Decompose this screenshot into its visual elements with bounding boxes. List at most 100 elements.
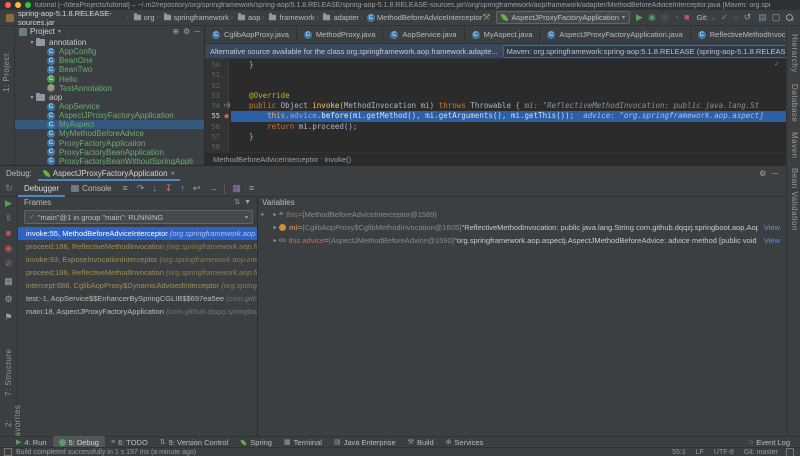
expand-icon[interactable]: ▸ xyxy=(271,211,279,218)
settings-icon[interactable]: ⚙ xyxy=(183,27,190,36)
more-options-icon[interactable]: ≡ xyxy=(249,184,254,193)
breadcrumb-jar[interactable]: spring-aop-5.1.8.RELEASE-sources.jar xyxy=(18,9,125,27)
breadcrumb-class[interactable]: MethodBeforeAdviceInterceptor xyxy=(213,155,318,164)
tool-tab-structure[interactable]: 7: Structure xyxy=(4,347,13,397)
breadcrumb-class[interactable]: MethodBeforeAdviceInterceptor xyxy=(377,13,482,22)
debug-settings-icon[interactable]: ⚙ xyxy=(0,295,17,304)
thread-dump-icon[interactable]: ▦ xyxy=(0,277,17,286)
background-tasks-icon[interactable] xyxy=(4,448,12,456)
breadcrumb-springframework[interactable]: springframework xyxy=(174,13,229,22)
git-update-icon[interactable]: ↓ xyxy=(711,13,716,22)
zoom-window-button[interactable] xyxy=(25,2,31,8)
git-branch[interactable]: Git: master xyxy=(744,449,778,456)
view-value-link[interactable]: View xyxy=(764,223,780,232)
layout-settings-icon[interactable]: ≡ xyxy=(123,184,128,193)
pause-program-icon[interactable]: ‖ xyxy=(0,214,17,223)
breakpoint-icon[interactable]: ● xyxy=(224,112,228,120)
history-icon[interactable]: ○ xyxy=(733,13,738,22)
source-jar-select[interactable]: Maven: org.springframework:spring-aop:5.… xyxy=(502,44,800,58)
frame-row-selected[interactable]: invoke:55, MethodBeforeAdviceInterceptor… xyxy=(18,227,257,240)
force-step-into-icon[interactable]: ↧ xyxy=(165,184,173,193)
status-message[interactable]: Build completed successfully in 1 s 197 … xyxy=(16,449,196,456)
tool-tab-maven[interactable]: Maven xyxy=(790,132,799,164)
caret-position[interactable]: 55:1 xyxy=(672,449,686,456)
project-structure-icon[interactable]: ▤ xyxy=(758,13,767,22)
settings-icon[interactable]: ⚙ xyxy=(759,169,766,178)
variable-row-mi[interactable]: ▸ mi = {CglibAopProxy$CglibMethodInvocat… xyxy=(267,221,786,234)
chevron-down-icon[interactable]: ▾ xyxy=(58,28,61,35)
hide-panel-icon[interactable]: ─ xyxy=(194,27,200,36)
breadcrumb-aop[interactable]: aop xyxy=(248,13,261,22)
tree-node-appconfig[interactable]: C AppConfig xyxy=(15,47,204,56)
tab-cglibaopproxy[interactable]: C CglibAopProxy.java xyxy=(205,26,297,43)
close-window-button[interactable] xyxy=(5,2,11,8)
frame-row[interactable]: invoke:93, ExposeInvocationInterceptor (… xyxy=(18,253,257,266)
tab-debugger[interactable]: Debugger xyxy=(18,181,65,197)
tool-tab-database[interactable]: Database xyxy=(790,84,799,128)
coverage-button[interactable]: ◎ xyxy=(661,13,669,22)
tree-node-beanone[interactable]: C BeanOne xyxy=(15,56,204,65)
evaluate-expression-icon[interactable]: ▦ xyxy=(232,184,241,193)
locate-file-icon[interactable]: ⊕ xyxy=(172,27,179,36)
view-breakpoints-icon[interactable]: ◉ xyxy=(0,244,17,253)
tool-tab-hierarchy[interactable]: Hierarchy xyxy=(790,34,799,80)
drop-frame-icon[interactable]: ↩ xyxy=(193,184,201,193)
build-hammer-icon[interactable]: ⚒ xyxy=(482,13,490,22)
breadcrumb-adapter[interactable]: adapter xyxy=(333,13,358,22)
project-panel-title[interactable]: Project xyxy=(30,27,55,36)
tree-node-aopservice[interactable]: C AopService xyxy=(15,102,204,111)
tree-node-proxyfactorybeanapplication[interactable]: C ProxyFactoryBeanApplication xyxy=(15,148,204,157)
step-out-icon[interactable]: ↑ xyxy=(180,184,185,193)
git-commit-icon[interactable]: ✓ xyxy=(721,13,729,22)
file-encoding[interactable]: UTF-8 xyxy=(714,449,734,456)
chevron-down-icon[interactable]: ▾ xyxy=(28,94,36,101)
breadcrumb-framework[interactable]: framework xyxy=(279,13,314,22)
rerun-icon[interactable]: ↻ xyxy=(0,184,18,193)
add-watch-icon[interactable]: + xyxy=(260,210,265,219)
pin-tab-icon[interactable]: ⚑ xyxy=(0,313,17,322)
resume-program-icon[interactable]: ▶ xyxy=(0,199,17,208)
tree-node-aspectjproxyfactoryapplication[interactable]: C AspectJProxyFactoryApplication xyxy=(15,111,204,120)
tree-node-myaspect-selected[interactable]: C MyAspect xyxy=(15,120,204,130)
tab-myaspect[interactable]: C MyAspect.java xyxy=(465,26,541,43)
mute-breakpoints-icon[interactable]: ⊘ xyxy=(0,259,17,268)
breadcrumb-org[interactable]: org xyxy=(144,13,155,22)
variable-row-this[interactable]: ▸ ≡ this = {MethodBeforeAdviceIntercepto… xyxy=(267,208,786,221)
tree-node-beantwo[interactable]: C BeanTwo xyxy=(15,65,204,74)
tab-aspectjproxyfactoryapplication[interactable]: C AspectJProxyFactoryApplication.java xyxy=(540,26,691,43)
tool-tab-project[interactable]: 1: Project xyxy=(2,32,11,92)
tree-node-testannotation[interactable]: @ TestAnnotation xyxy=(15,84,204,93)
expand-icon[interactable]: ▸ xyxy=(271,237,279,244)
filter-frames-icon[interactable]: ▼ xyxy=(244,198,251,207)
variable-row-this-advice[interactable]: ▸ oo this.advice = {AspectJMethodBeforeA… xyxy=(267,234,786,247)
line-separator[interactable]: LF xyxy=(696,449,704,456)
close-session-icon[interactable]: × xyxy=(171,169,176,178)
frame-row[interactable]: proceed:186, ReflectiveMethodInvocation … xyxy=(18,266,257,279)
frame-row[interactable]: proceed:186, ReflectiveMethodInvocation … xyxy=(18,240,257,253)
frame-row[interactable]: test:-1, AopService$$EnhancerBySpringCGL… xyxy=(18,292,257,305)
search-everywhere-icon[interactable] xyxy=(786,14,793,21)
debug-button[interactable]: ◉ xyxy=(648,13,656,22)
debug-session-tab[interactable]: AspectJProxyFactoryApplication × xyxy=(38,166,180,181)
tree-node-annotation[interactable]: ▾ annotation xyxy=(15,38,204,47)
run-to-cursor-icon[interactable]: → xyxy=(208,184,217,193)
frame-row[interactable]: intercept:688, CglibAopProxy$DynamicAdvi… xyxy=(18,279,257,292)
thread-selector[interactable]: ✓ "main"@1 in group "main": RUNNING ▾ xyxy=(24,210,253,224)
run-button[interactable]: ▶ xyxy=(636,13,643,22)
run-configuration-select[interactable]: AspectJProxyFactoryApplication ▾ xyxy=(496,11,631,24)
profiler-button[interactable]: ◔ xyxy=(674,13,679,22)
tree-node-aop[interactable]: ▾ aop xyxy=(15,92,204,102)
tree-node-hello[interactable]: C Hello xyxy=(15,75,204,84)
tab-aopservice[interactable]: C AopService.java xyxy=(383,26,465,43)
tree-node-proxyfactoryapplication[interactable]: C ProxyFactoryApplication xyxy=(15,139,204,148)
step-over-icon[interactable]: ↷ xyxy=(137,184,145,193)
tool-tab-bean-validation[interactable]: Bean Validation xyxy=(790,168,799,232)
restore-layout-icon[interactable]: ▢ xyxy=(772,13,781,22)
sort-frames-icon[interactable]: ⇅ xyxy=(234,198,240,207)
view-value-link[interactable]: View xyxy=(764,236,780,245)
hide-panel-icon[interactable]: ─ xyxy=(772,169,778,178)
frame-row[interactable]: main:18, AspectJProxyFactoryApplication … xyxy=(18,305,257,318)
tab-reflectivemethodinvocation[interactable]: CReflectiveMethodInvocation.java xyxy=(691,26,800,43)
readonly-lock-icon[interactable] xyxy=(786,447,794,456)
code-editor[interactable]: ✓ 50 } 51 52 53 @Override 54 ↑@ public O… xyxy=(205,59,786,152)
